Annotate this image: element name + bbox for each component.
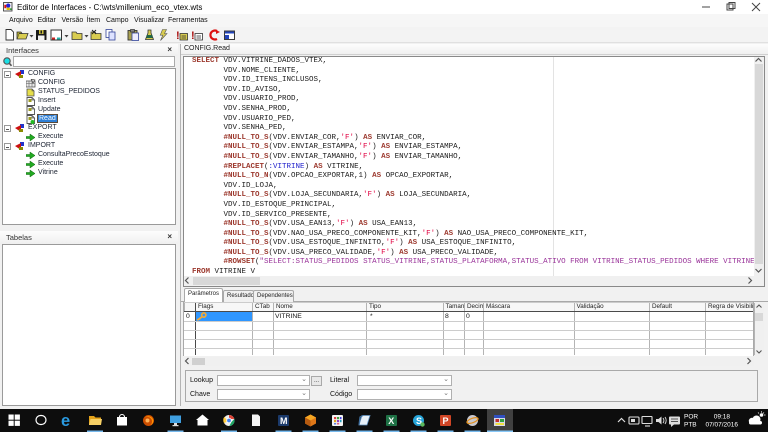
svg-text:P: P: [443, 416, 449, 426]
svg-text:07/07/2016: 07/07/2016: [705, 422, 738, 429]
svg-text:09:18: 09:18: [714, 414, 731, 421]
svg-text:M: M: [280, 416, 288, 426]
svg-text:!: !: [176, 30, 180, 42]
svg-text:!: !: [191, 30, 195, 42]
svg-text:POR: POR: [684, 414, 698, 421]
svg-text:PTB: PTB: [684, 422, 697, 429]
svg-text:X: X: [388, 416, 394, 426]
svg-text:e: e: [61, 412, 70, 430]
